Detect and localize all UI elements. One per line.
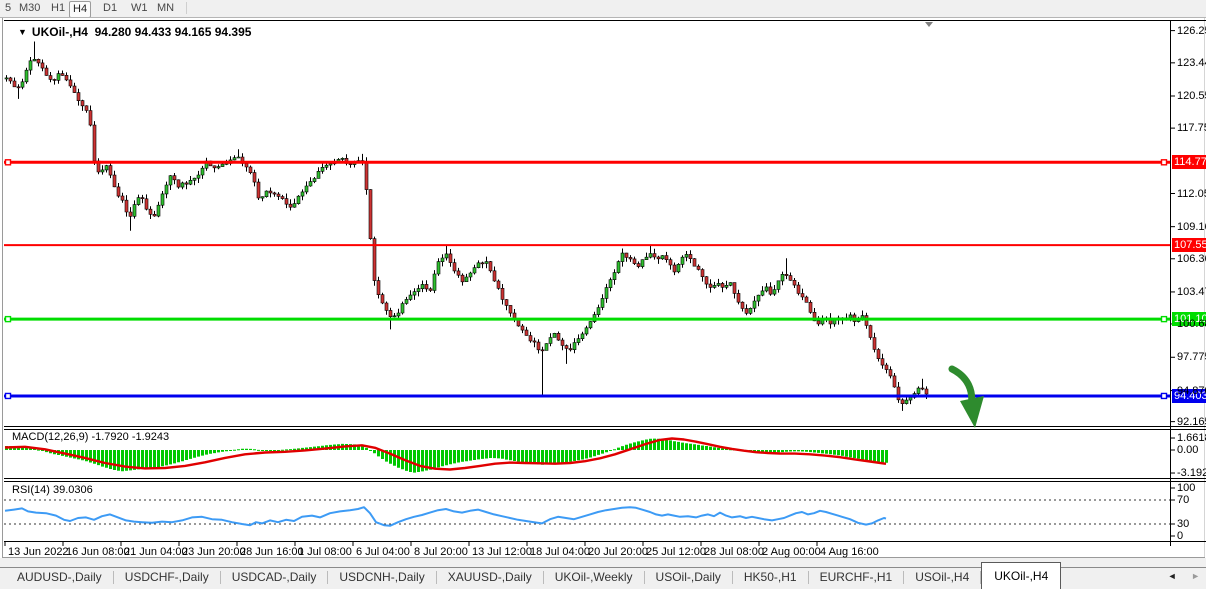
tabs-scroll-right-icon[interactable]: ► bbox=[1191, 571, 1200, 581]
chart-tab-hk50-h1[interactable]: HK50-,H1 bbox=[733, 568, 808, 588]
chart-tab-usoil-daily[interactable]: USOil-,Daily bbox=[645, 568, 732, 588]
chart-plot-area[interactable] bbox=[4, 21, 1170, 426]
chart-tab-usdcad-daily[interactable]: USDCAD-,Daily bbox=[221, 568, 328, 588]
timeframe-button-w1[interactable]: W1 bbox=[128, 1, 151, 16]
chart-tab-xauusd-daily[interactable]: XAUUSD-,Daily bbox=[437, 568, 543, 588]
timeframe-button-h4[interactable]: H4 bbox=[69, 1, 91, 18]
level-line-handle[interactable] bbox=[1162, 393, 1167, 398]
level-line-handle[interactable] bbox=[1162, 160, 1167, 165]
chart-tab-usdchf-daily[interactable]: USDCHF-,Daily bbox=[114, 568, 220, 588]
timeframe-button-mn[interactable]: MN bbox=[154, 1, 177, 16]
tabs-scroll-left-icon[interactable]: ◄ bbox=[1168, 571, 1177, 581]
chart-tab-usdcnh-daily[interactable]: USDCNH-,Daily bbox=[328, 568, 435, 588]
chart-tab-ukoil-weekly[interactable]: UKOil-,Weekly bbox=[544, 568, 644, 588]
timeframe-toolbar: 5M30 H1H4 D1 W1MN bbox=[0, 0, 1206, 18]
chart-tab-ukoil-h4[interactable]: UKOil-,H4 bbox=[981, 562, 1061, 589]
level-line-handle[interactable] bbox=[1162, 317, 1167, 322]
timeframe-button-5[interactable]: 5 bbox=[2, 1, 14, 16]
rsi-line bbox=[5, 507, 886, 526]
timeframe-button-d1[interactable]: D1 bbox=[100, 1, 120, 16]
timeframe-button-h1[interactable]: H1 bbox=[48, 1, 68, 16]
chart-tab-bar: AUDUSD-,DailyUSDCHF-,DailyUSDCAD-,DailyU… bbox=[0, 558, 1206, 589]
mt4-chart-window: 5M30H1H4D1W1MN ▼UKOil-,H4 94.280 94.433 … bbox=[0, 0, 1206, 589]
chart-tab-audusd-daily[interactable]: AUDUSD-,Daily bbox=[6, 568, 113, 588]
chart-tab-eurchf-h1[interactable]: EURCHF-,H1 bbox=[809, 568, 904, 588]
timeframe-button-m30[interactable]: M30 bbox=[16, 1, 43, 16]
level-line-handle[interactable] bbox=[6, 160, 11, 165]
chart-canvas[interactable] bbox=[0, 0, 1206, 589]
level-line-handle[interactable] bbox=[6, 393, 11, 398]
chart-tab-usoil-h4[interactable]: USOil-,H4 bbox=[904, 568, 980, 588]
level-line-handle[interactable] bbox=[6, 317, 11, 322]
toolbar-separator bbox=[186, 2, 187, 14]
